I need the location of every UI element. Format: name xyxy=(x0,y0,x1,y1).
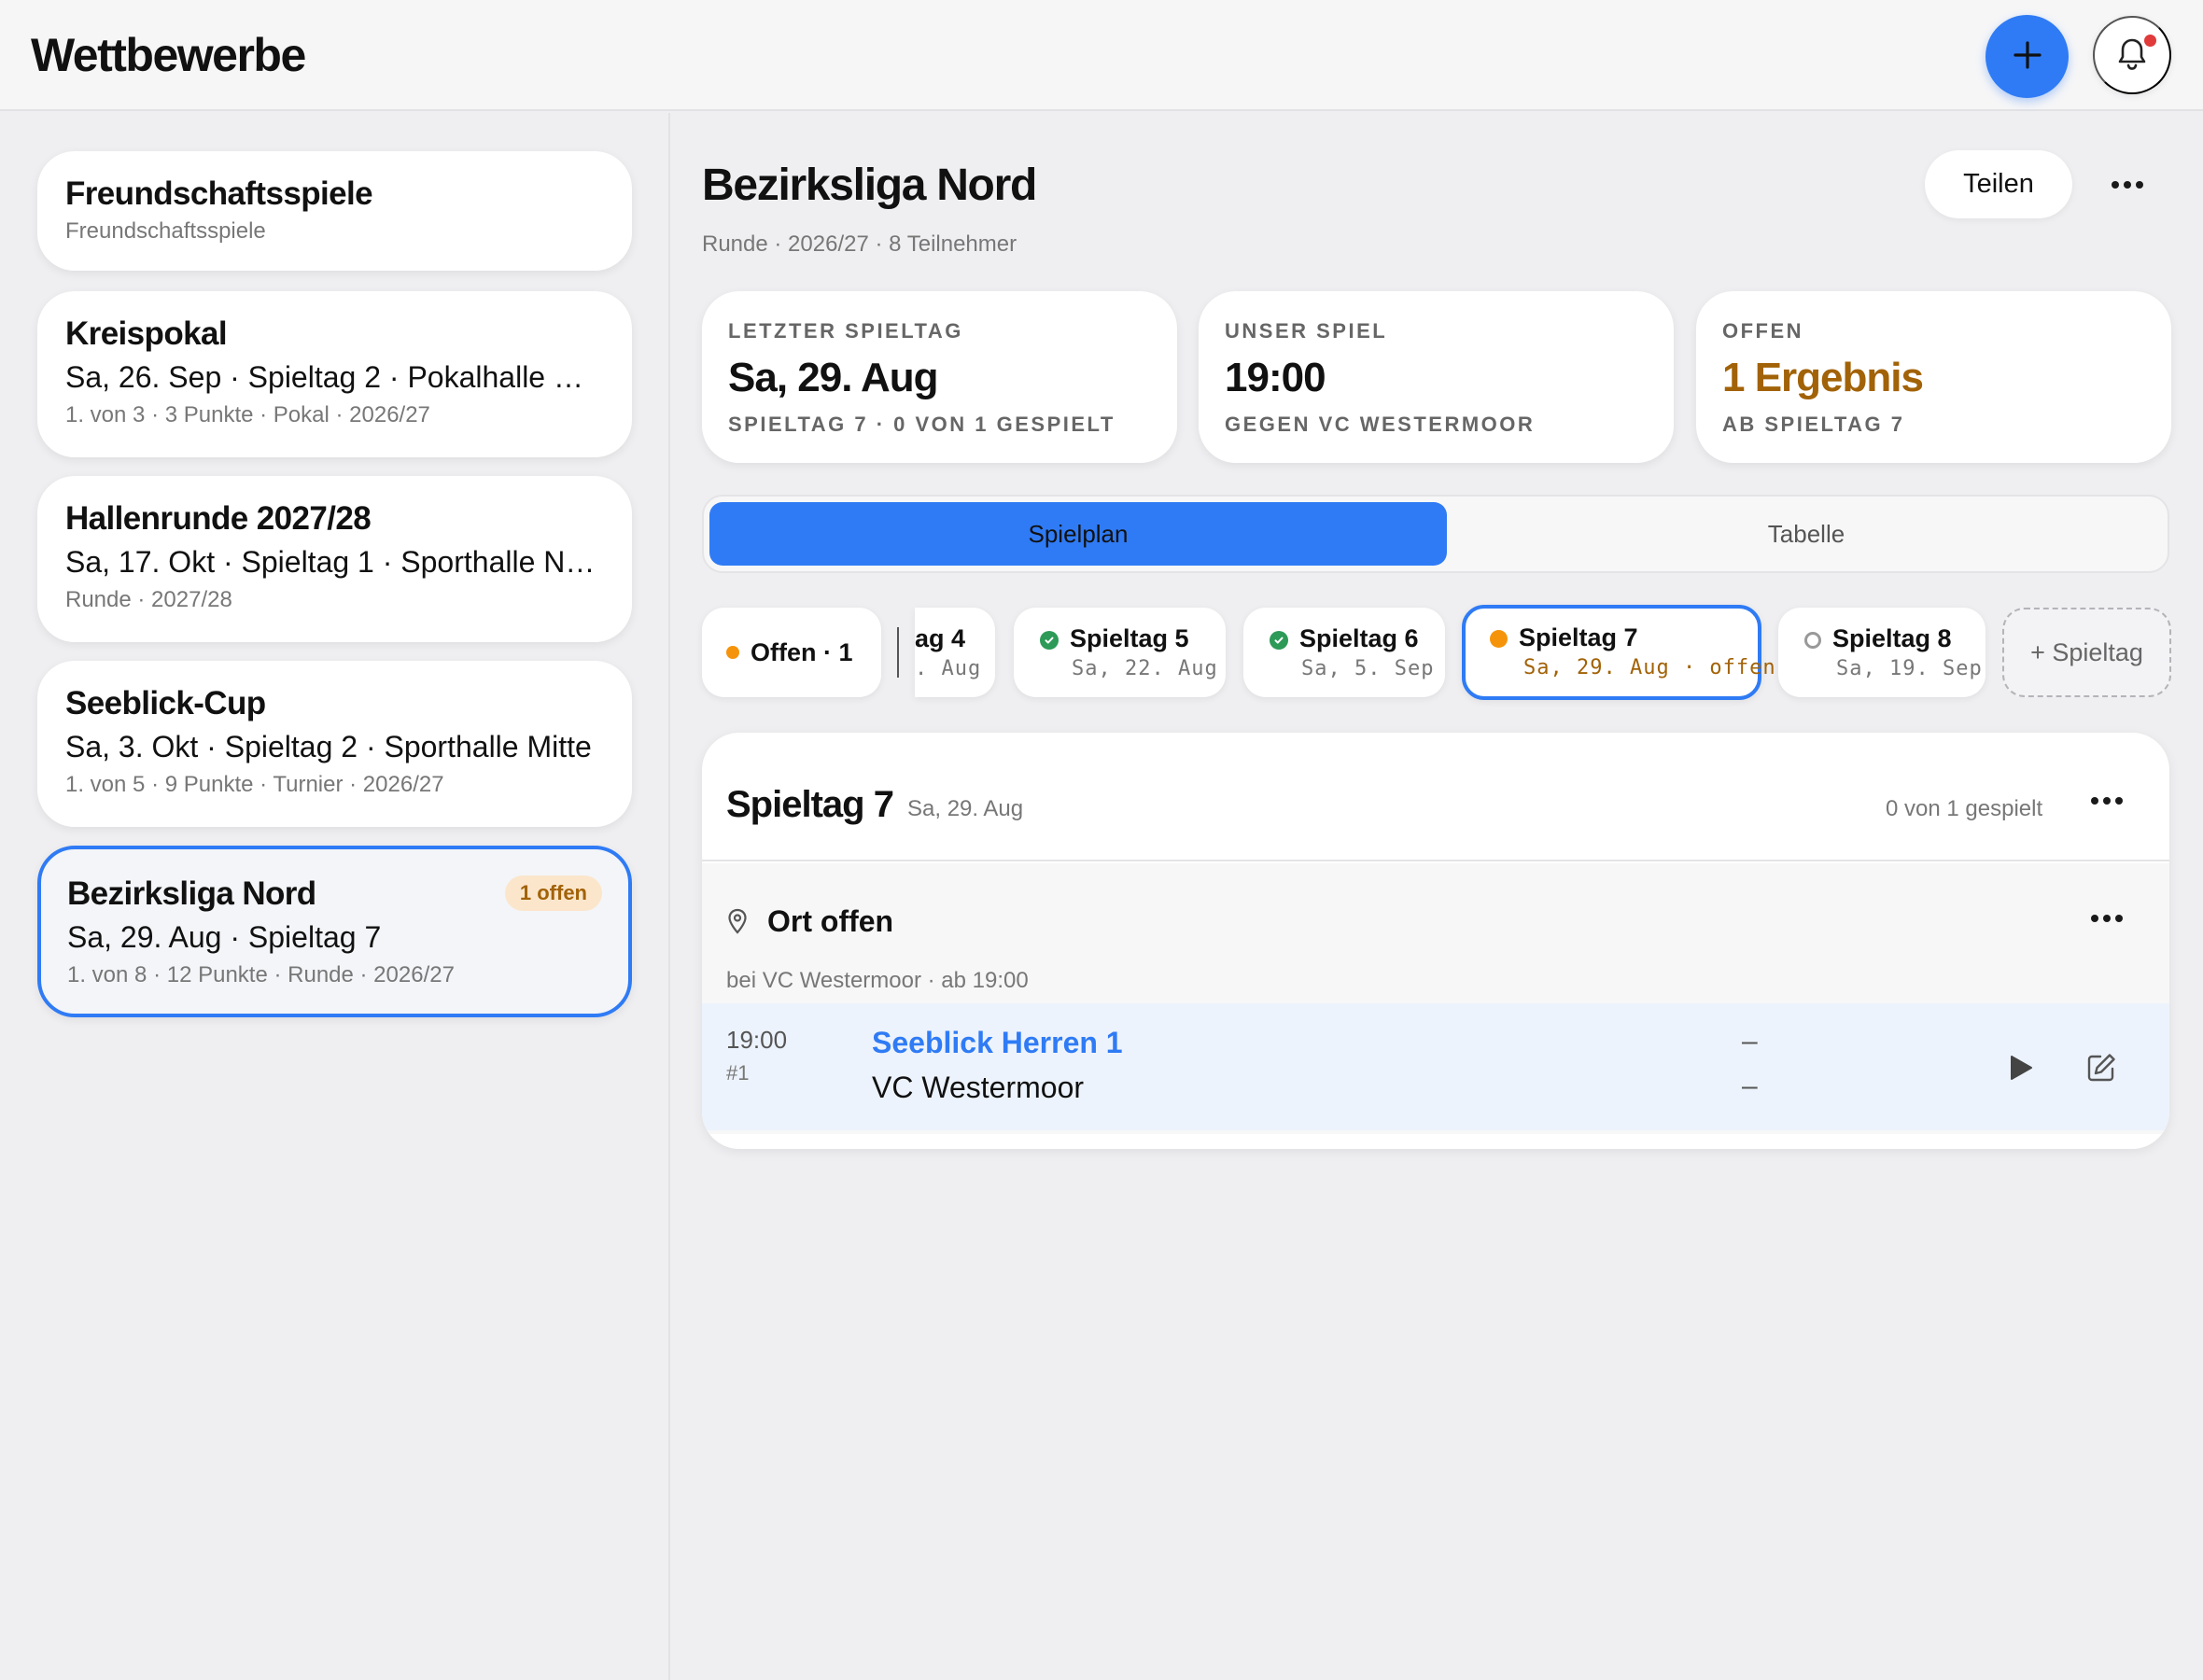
more-options-button[interactable] xyxy=(2104,161,2151,208)
round-header: Spieltag 7 Sa, 29. Aug 0 von 1 gespielt xyxy=(702,733,2169,861)
start-match-button[interactable] xyxy=(1998,1046,2044,1093)
competition-list: Freundschaftsspiele Freundschaftsspiele … xyxy=(0,113,670,1680)
round-date: Sa, 29. Aug xyxy=(907,796,1024,821)
filter-chip-open[interactable]: Offen · 1 xyxy=(702,608,881,697)
app-title: Wettbewerbe xyxy=(31,29,306,81)
away-score: – xyxy=(1742,1071,1758,1101)
tab-tabelle[interactable]: Tabelle xyxy=(1438,502,2175,566)
stat-card-our-match: UNSER SPIEL 19:00 GEGEN VC WESTERMOOR xyxy=(1199,291,1674,463)
round-progress: 0 von 1 gespielt xyxy=(1886,796,2043,821)
stat-value: 1 Ergebnis xyxy=(1722,355,1924,400)
check-circle-icon xyxy=(1040,630,1059,650)
stat-foot: AB SPIELTAG 7 xyxy=(1722,413,1905,436)
pending-dot xyxy=(1490,630,1508,649)
notifications-button[interactable] xyxy=(2093,16,2171,94)
chip-label: Offen · 1 xyxy=(751,637,853,666)
empty-circle-icon xyxy=(1804,631,1821,649)
more-horizontal-icon xyxy=(2104,161,2151,208)
round-chip-7[interactable]: Spieltag 7 Sa, 29. Aug · offen xyxy=(1462,605,1776,700)
match-time: 19:00 xyxy=(726,1026,788,1054)
round-chip-4[interactable]: ag 4 . Aug xyxy=(915,608,995,697)
competition-meta: Runde · 2027/28 xyxy=(65,587,232,612)
match-number: #1 xyxy=(726,1061,750,1085)
stat-card-open: OFFEN 1 Ergebnis AB SPIELTAG 7 xyxy=(1696,291,2171,463)
chip-subtitle: Sa, 29. Aug · offen xyxy=(1523,656,1776,679)
tab-spielplan[interactable]: Spielplan xyxy=(709,502,1447,566)
chip-subtitle: Sa, 22. Aug xyxy=(1072,657,1218,680)
competition-name: Freundschaftsspiele xyxy=(65,175,373,212)
stat-foot: GEGEN VC WESTERMOOR xyxy=(1225,413,1536,436)
chip-title: Spieltag 6 xyxy=(1299,624,1419,652)
chip-divider xyxy=(897,627,899,678)
round-card: Spieltag 7 Sa, 29. Aug 0 von 1 gespielt … xyxy=(702,733,2169,1149)
page-subtitle: Runde · 2026/27 · 8 Teilnehmer xyxy=(702,231,1017,257)
top-bar: Wettbewerbe xyxy=(0,0,2203,111)
stat-foot: SPIELTAG 7 · 0 VON 1 GESPIELT xyxy=(728,413,1116,436)
match-row[interactable]: 19:00 #1 Seeblick Herren 1 VC Westermoor… xyxy=(702,1003,2169,1130)
stat-card-last-round: LETZTER SPIELTAG Sa, 29. Aug SPIELTAG 7 … xyxy=(702,291,1177,463)
away-team: VC Westermoor xyxy=(872,1071,1085,1104)
competition-subtitle: Freundschaftsspiele xyxy=(65,218,266,244)
plus-icon xyxy=(2012,39,2043,74)
venue-title: Ort offen xyxy=(767,904,894,938)
round-chip-6[interactable]: Spieltag 6 Sa, 5. Sep xyxy=(1243,608,1445,697)
venue-more-button[interactable] xyxy=(2084,895,2130,942)
edit-icon xyxy=(2085,1052,2117,1088)
competition-card-seeblick-cup[interactable]: Seeblick-Cup Sa, 3. Okt · Spieltag 2 · S… xyxy=(37,661,632,827)
page-title: Bezirksliga Nord xyxy=(702,161,1037,210)
competition-meta: 1. von 3 · 3 Punkte · Pokal · 2026/27 xyxy=(65,402,430,427)
stat-label: OFFEN xyxy=(1722,319,1804,343)
venue-subtitle: bei VC Westermoor · ab 19:00 xyxy=(726,968,1029,993)
competition-next-match: Sa, 3. Okt · Spieltag 2 · Sporthalle Mit… xyxy=(65,730,592,763)
edit-match-button[interactable] xyxy=(2078,1046,2125,1093)
competition-meta: 1. von 8 · 12 Punkte · Runde · 2026/27 xyxy=(67,962,455,987)
chip-title: Spieltag 5 xyxy=(1070,624,1189,652)
chip-title: Spieltag 8 xyxy=(1832,624,1952,652)
home-team: Seeblick Herren 1 xyxy=(872,1026,1123,1059)
round-more-button[interactable] xyxy=(2084,777,2130,824)
stat-label: UNSER SPIEL xyxy=(1225,319,1388,343)
play-icon xyxy=(2008,1054,2034,1086)
chip-title: Spieltag 7 xyxy=(1519,623,1638,651)
competition-card-kreispokal[interactable]: Kreispokal Sa, 26. Sep · Spieltag 2 · Po… xyxy=(37,291,632,457)
more-horizontal-icon xyxy=(2084,895,2130,942)
competition-meta: 1. von 5 · 9 Punkte · Turnier · 2026/27 xyxy=(65,772,444,797)
competition-name: Seeblick-Cup xyxy=(65,685,266,721)
view-tabs: Spielplan Tabelle xyxy=(702,495,2169,573)
competition-next-match: Sa, 17. Okt · Spieltag 1 · Sporthalle No… xyxy=(65,545,604,579)
venue-group: Ort offen bei VC Westermoor · ab 19:00 1… xyxy=(702,863,2169,1134)
stat-value: Sa, 29. Aug xyxy=(728,355,939,400)
add-button[interactable] xyxy=(1986,15,2069,98)
competition-detail: Bezirksliga Nord Runde · 2026/27 · 8 Tei… xyxy=(672,113,2203,1680)
chip-subtitle: . Aug xyxy=(915,657,982,680)
competition-next-match: Sa, 29. Aug · Spieltag 7 xyxy=(67,920,382,954)
notification-dot xyxy=(2144,35,2156,47)
competition-card-hallenrunde[interactable]: Hallenrunde 2027/28 Sa, 17. Okt · Spielt… xyxy=(37,476,632,642)
open-badge: 1 offen xyxy=(504,875,602,911)
competition-card-freundschaftsspiele[interactable]: Freundschaftsspiele Freundschaftsspiele xyxy=(37,151,632,271)
share-button[interactable]: Teilen xyxy=(1925,150,2072,218)
chip-title: ag 4 xyxy=(915,624,966,652)
chip-subtitle: Sa, 5. Sep xyxy=(1301,657,1435,680)
competition-card-bezirksliga-nord[interactable]: Bezirksliga Nord 1 offen Sa, 29. Aug · S… xyxy=(37,846,632,1017)
stat-value: 19:00 xyxy=(1225,355,1326,400)
home-score: – xyxy=(1742,1026,1758,1057)
round-chip-5[interactable]: Spieltag 5 Sa, 22. Aug xyxy=(1014,608,1226,697)
chip-subtitle: Sa, 19. Sep xyxy=(1836,657,1983,680)
check-circle-icon xyxy=(1270,630,1288,650)
add-round-button[interactable]: + Spieltag xyxy=(2002,608,2171,697)
stat-label: LETZTER SPIELTAG xyxy=(728,319,963,343)
pending-dot xyxy=(726,646,739,659)
competition-next-match: Sa, 26. Sep · Spieltag 2 · Pokalhalle W.… xyxy=(65,360,604,394)
location-pin-icon xyxy=(726,908,749,939)
competition-name: Kreispokal xyxy=(65,315,228,352)
round-title: Spieltag 7 xyxy=(726,784,894,825)
competition-name: Hallenrunde 2027/28 xyxy=(65,500,372,537)
round-chip-8[interactable]: Spieltag 8 Sa, 19. Sep xyxy=(1778,608,1986,697)
more-horizontal-icon xyxy=(2084,777,2130,824)
